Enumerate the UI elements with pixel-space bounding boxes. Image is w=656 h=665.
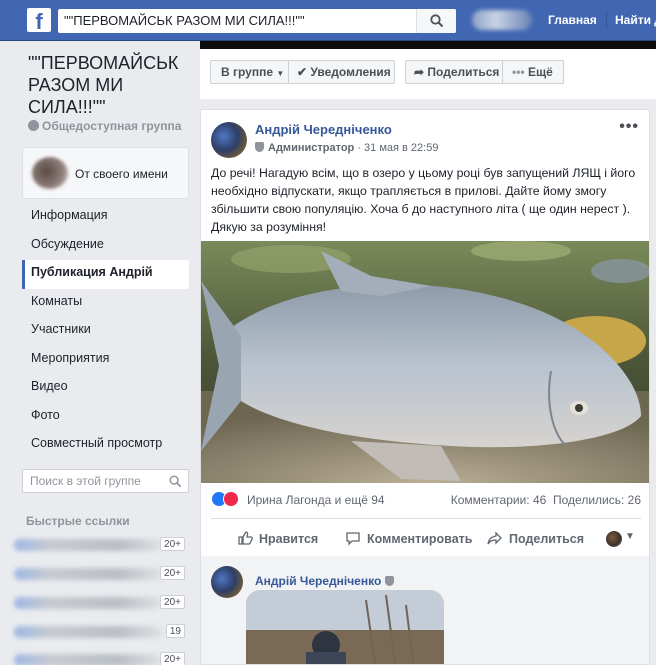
notifications-button[interactable]: ✔ Уведомления [297,61,391,83]
comments-count[interactable]: Комментарии: 46 [451,493,547,507]
comment-photo-illustration [246,590,444,664]
group-search-placeholder: Поиск в этой группе [30,474,141,488]
share-group-label: Поделиться [427,65,500,79]
post-options-icon[interactable]: ••• [619,118,639,136]
group-title[interactable]: ""ПЕРВОМАЙСЬК РАЗОМ МИ СИЛА!!!"" [28,52,193,118]
checkmark-icon: ✔ [297,65,308,79]
commenter-avatar[interactable] [211,566,243,598]
search-input-value[interactable]: ""ПЕРВОМАЙСЬК РАЗОМ МИ СИЛА!!!"" [64,13,305,28]
quick-link-count-badge: 20+ [160,595,185,609]
sidebar-item-watch-party[interactable]: Совместный просмотр [22,431,189,460]
globe-icon [28,120,39,131]
comment-label: Комментировать [367,532,473,546]
quick-link-count-badge: 19 [165,624,185,638]
notifications-label: Уведомления [310,65,391,79]
sidebar-item-discussion[interactable]: Обсуждение [22,232,189,261]
quick-link-blurred-label [14,568,162,580]
top-navigation-bar: f ""ПЕРВОМАЙСЬК РАЗОМ МИ СИЛА!!!"" Главн… [0,0,656,41]
post-photo-bream-fish[interactable] [201,241,649,483]
quick-link-item[interactable]: 20+ [14,650,189,665]
group-privacy-label: Общедоступная группа [42,119,182,133]
cover-photo-edge [200,41,656,49]
comment-author-label: Андрій Чередніченко [255,574,382,588]
quick-link-item[interactable]: 20+ [14,593,189,613]
quick-link-blurred-label [14,597,162,609]
sidebar-item-videos[interactable]: Видео [22,374,189,403]
reactions-names[interactable]: Ирина Лагонда и ещё 94 [247,493,385,507]
search-icon[interactable] [169,475,182,488]
quick-links-title: Быстрые ссылки [26,514,130,528]
group-membership-controls: В группе ▼ ✔ Уведомления [210,60,395,84]
in-group-label: В группе [221,65,274,79]
identity-avatar [32,157,68,189]
share-arrow-icon: ➦ [414,65,425,79]
sidebar-item-publication[interactable]: Публикация Андрій [22,260,189,289]
sidebar-item-info[interactable]: Информация [22,203,189,232]
comment-photo[interactable] [246,590,444,664]
more-dots-icon: ••• [512,65,525,79]
share-label: Поделиться [509,532,585,546]
share-arrow-icon [487,531,502,545]
search-icon [430,14,444,28]
post-divider [211,518,641,519]
button-divider [288,61,289,83]
caret-down-icon: ▼ [276,69,285,78]
fish-photo-illustration [201,241,649,483]
post-reactions-summary: Ирина Лагонда и ещё 94 Комментарии: 46 П… [211,491,641,511]
group-privacy: Общедоступная группа [28,119,181,133]
post-as-selector[interactable]: От своего имени [22,147,189,199]
sidebar-item-rooms[interactable]: Комнаты [22,289,189,318]
quick-link-item[interactable]: 20+ [14,564,189,584]
author-avatar[interactable] [211,122,247,158]
comment-author-name[interactable]: Андрій Чередніченко [255,574,395,588]
quick-link-blurred-label [14,654,162,665]
post-text: До речі! Нагадую всім, що в озеро у цьом… [211,166,636,234]
group-sidebar-nav: Информация Обсуждение Публикация Андрій … [22,203,189,460]
share-button[interactable]: Поделиться [487,530,584,548]
post-author-name[interactable]: Андрій Чередніченко [255,122,392,137]
sidebar-item-members[interactable]: Участники [22,317,189,346]
share-group-button[interactable]: ➦ Поделиться [414,61,499,83]
quick-link-item[interactable]: 19 [14,622,189,642]
quick-link-count-badge: 20+ [160,566,185,580]
feed-post: Андрій Чередніченко Администратор · 31 м… [200,109,650,665]
home-link[interactable]: Главная [548,13,597,27]
search-button[interactable] [416,9,456,33]
find-friends-link[interactable]: Найти д [615,13,656,27]
like-button[interactable]: Нравится [237,530,318,548]
quick-link-blurred-label [14,626,162,638]
group-share-controls: ➦ Поделиться ••• Ещё [405,60,564,84]
post-role-label: Администратор [268,142,355,154]
sidebar-item-events[interactable]: Мероприятия [22,346,189,375]
sidebar-item-photos[interactable]: Фото [22,403,189,432]
identity-label: От своего имени [75,167,168,181]
admin-badge-icon [385,576,395,586]
admin-badge-icon [255,142,264,152]
comment-share-counts: Комментарии: 46 Поделились: 26 [451,493,641,507]
thumbs-up-icon [238,531,253,545]
group-search-input[interactable]: Поиск в этой группе [22,469,189,493]
caret-down-icon[interactable]: ▼ [625,531,635,542]
more-options-button[interactable]: ••• Ещё [512,61,553,83]
quick-link-item[interactable]: 20+ [14,535,189,555]
comment-bubble-icon [346,532,360,546]
post-meta: Администратор · 31 мая в 22:59 [255,142,438,154]
comment-button[interactable]: Комментировать [345,530,472,548]
quick-link-count-badge: 20+ [160,652,185,665]
quick-link-blurred-label [14,539,162,551]
more-label: Ещё [527,65,553,79]
react-as-avatar[interactable] [606,531,622,547]
facebook-logo[interactable]: f [27,8,51,32]
button-divider [502,61,503,83]
topbar-divider [606,11,607,29]
shares-count[interactable]: Поделились: 26 [553,493,641,507]
quick-link-count-badge: 20+ [160,537,185,551]
in-group-button[interactable]: В группе ▼ [221,61,284,85]
global-search-input[interactable]: ""ПЕРВОМАЙСЬК РАЗОМ МИ СИЛА!!!"" [58,9,456,33]
post-timestamp[interactable]: 31 мая в 22:59 [364,142,438,154]
love-reaction-icon[interactable] [223,491,239,507]
like-label: Нравится [259,532,319,546]
profile-avatar[interactable] [472,10,532,30]
